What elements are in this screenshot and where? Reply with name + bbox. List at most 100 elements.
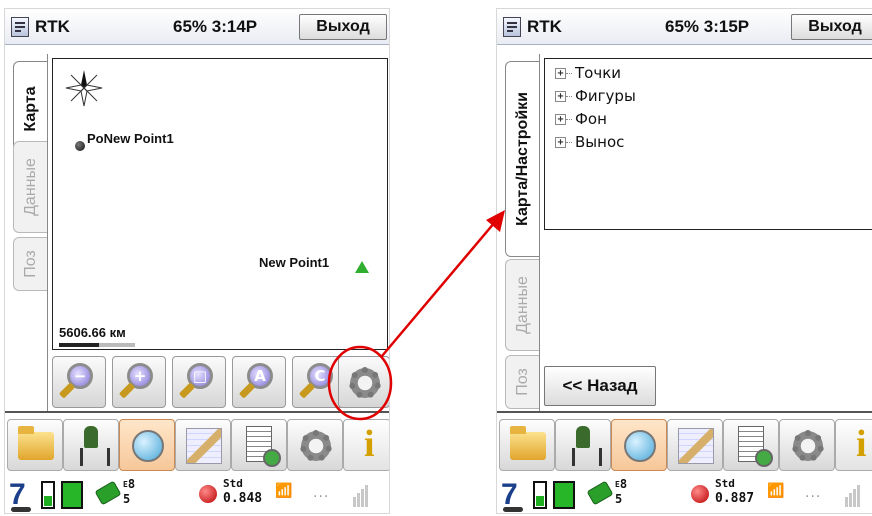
main-toolbar: i (499, 419, 872, 471)
cogo-icon (186, 428, 222, 464)
radio-icon[interactable]: 📶 (275, 483, 292, 499)
tab-data-label: Данные (21, 158, 39, 216)
app-title: RTK (35, 17, 70, 36)
link-dots: ... (805, 485, 822, 501)
info-button[interactable]: i (343, 419, 389, 471)
gear-icon (347, 365, 383, 401)
signal-bars-icon (845, 481, 861, 507)
solution-status-icon[interactable] (691, 485, 709, 503)
settings-button[interactable] (287, 419, 343, 471)
zoom-all-button[interactable]: A (232, 356, 286, 408)
map-settings-button[interactable] (338, 356, 389, 408)
zoom-out-button[interactable]: − (52, 356, 106, 408)
controller-battery-icon (553, 481, 575, 509)
data-button[interactable] (231, 419, 287, 471)
folder-icon (510, 426, 546, 460)
std-label: Std (715, 477, 735, 490)
settings-icon (298, 428, 334, 464)
solution-status-icon[interactable] (199, 485, 217, 503)
battery-time-status: 65% 3:14P (173, 17, 258, 36)
tab-data[interactable]: Данные (505, 259, 539, 351)
tree-item-label: Точки (575, 64, 622, 82)
tab-position[interactable]: Поз (505, 355, 539, 409)
map-icon (624, 430, 656, 462)
std-value: 0.887 (715, 491, 755, 506)
north-arrow-icon (65, 70, 103, 107)
zoom-extents-button[interactable]: □ (172, 356, 226, 408)
info-button[interactable]: i (835, 419, 872, 471)
toolbar-separator (5, 411, 389, 413)
data-button[interactable] (723, 419, 779, 471)
signal-bars-icon (353, 481, 369, 507)
title-bar: RTK 65% 3:15P Выход (497, 9, 872, 45)
map-icon (132, 430, 164, 462)
map-settings-panel: + Точки + Фигуры + Фон + Вынос << Назад (539, 54, 872, 412)
map-scale-label: 5606.66 км (59, 325, 126, 340)
tab-position-label: Поз (513, 368, 531, 396)
radio-icon[interactable]: 📶 (767, 483, 784, 499)
receiver-battery-icon (41, 481, 55, 509)
tab-position-label: Поз (21, 250, 39, 278)
data-icon (246, 426, 281, 467)
tab-map-settings-label: Карта/Настройки (513, 91, 531, 227)
satellite-count: E8 5 (615, 477, 628, 506)
map-view[interactable]: PoNew Point1 New Point1 5606.66 км (52, 58, 388, 350)
tab-position[interactable]: Поз (13, 237, 47, 291)
status-bar: 7 E8 5 Std 0.887 📶 ... (499, 475, 872, 513)
tab-map-settings[interactable]: Карта/Настройки (505, 61, 539, 257)
map-point-marker[interactable] (355, 261, 369, 273)
link-dots: ... (313, 485, 330, 501)
left-device-screen: RTK 65% 3:14P Выход Карта Данные Поз PoN… (4, 8, 390, 514)
settings-button[interactable] (779, 419, 835, 471)
battery-time-status: 65% 3:15P (665, 17, 750, 36)
tree-item-label: Вынос (575, 133, 625, 151)
settings-icon (790, 428, 826, 464)
map-button[interactable] (119, 419, 175, 471)
map-button[interactable] (611, 419, 667, 471)
map-point-label: New Point1 (259, 255, 330, 270)
tab-data[interactable]: Данные (13, 141, 47, 233)
satellite-icon[interactable] (586, 480, 614, 506)
cogo-button[interactable] (667, 419, 723, 471)
start-menu-icon[interactable] (503, 17, 521, 37)
expand-icon[interactable]: + (555, 68, 566, 79)
main-toolbar: i (7, 419, 389, 471)
folder-icon (18, 426, 54, 460)
tab-map-label: Карта (21, 86, 39, 132)
survey-icon (78, 426, 110, 466)
info-icon: i (364, 423, 375, 465)
exit-button[interactable]: Выход (791, 14, 872, 40)
receiver-battery-icon (533, 481, 547, 509)
cogo-button[interactable] (175, 419, 231, 471)
start-menu-icon[interactable] (11, 17, 29, 37)
files-button[interactable] (499, 419, 555, 471)
satellite-icon[interactable] (94, 480, 122, 506)
survey-button[interactable] (63, 419, 119, 471)
controller-battery-icon (61, 481, 83, 509)
cogo-icon (678, 428, 714, 464)
exit-button[interactable]: Выход (299, 14, 387, 40)
tree-item-label: Фон (575, 110, 607, 128)
expand-icon[interactable]: + (555, 91, 566, 102)
screenshot-stage: RTK 65% 3:14P Выход Карта Данные Поз PoN… (0, 0, 872, 516)
map-point-marker[interactable] (75, 141, 85, 151)
data-icon (738, 426, 773, 467)
survey-button[interactable] (555, 419, 611, 471)
receiver-icon[interactable]: 7 (501, 479, 523, 512)
tab-data-label: Данные (513, 276, 531, 334)
expand-icon[interactable]: + (555, 137, 566, 148)
back-button[interactable]: << Назад (544, 366, 656, 406)
files-button[interactable] (7, 419, 63, 471)
satellite-count: E8 5 (123, 477, 136, 506)
expand-icon[interactable]: + (555, 114, 566, 125)
survey-icon (570, 426, 602, 466)
map-point-label: PoNew Point1 (87, 131, 174, 146)
zoom-in-button[interactable]: + (112, 356, 166, 408)
app-title: RTK (527, 17, 562, 36)
status-bar: 7 E8 5 Std 0.848 📶 ... (7, 475, 389, 513)
title-bar: RTK 65% 3:14P Выход (5, 9, 389, 45)
toolbar-separator (497, 411, 872, 413)
right-device-screen: RTK 65% 3:15P Выход Карта/Настройки Данн… (496, 8, 872, 514)
std-value: 0.848 (223, 491, 263, 506)
receiver-icon[interactable]: 7 (9, 479, 31, 512)
